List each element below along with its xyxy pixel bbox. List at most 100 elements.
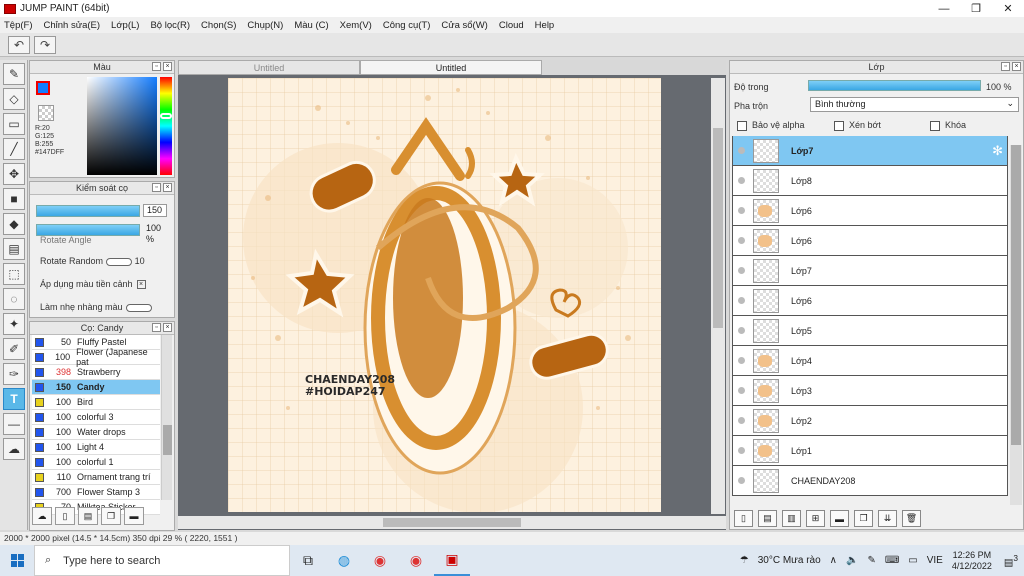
menu-edit[interactable]: Chỉnh sửa(E) [44,20,101,31]
menu-window[interactable]: Cửa sổ(W) [441,20,487,31]
layer-row[interactable]: Lớp7 [732,256,1008,286]
lock-checkbox[interactable] [930,120,940,131]
layer-row[interactable]: Lớp2 [732,406,1008,436]
brush-item[interactable]: 100 Water drops [32,425,160,440]
new-layer-1bit-icon[interactable]: ▥ [782,510,801,527]
menu-layer[interactable]: Lớp(L) [111,20,139,31]
brush-item[interactable]: 100 colorful 1 [32,455,160,470]
jump-paint-taskbar-icon[interactable]: ▣ [434,545,470,576]
merge-layer-icon[interactable]: ⇊ [878,510,897,527]
close-icon[interactable]: × [163,62,172,71]
redo-button[interactable]: ↷ [34,35,56,54]
layer-row[interactable]: Lớp6 [732,226,1008,256]
copy-brush-icon[interactable]: ❐ [101,507,121,525]
chrome-icon-2[interactable]: ◉ [398,545,434,576]
brush-size-slider[interactable] [36,205,140,217]
tray-chevron-icon[interactable]: ∧ [830,555,837,566]
maximize-button[interactable]: ❐ [960,0,992,17]
divider-tool-icon[interactable]: — [3,413,25,435]
visibility-icon[interactable] [738,297,745,304]
scroll-thumb[interactable] [713,128,723,328]
layer-row[interactable]: Lớp6 [732,286,1008,316]
layer-row[interactable]: Lớp6 [732,196,1008,226]
protect-alpha-checkbox[interactable] [737,120,747,131]
edge-icon[interactable]: ◍ [326,545,362,576]
menu-file[interactable]: Tệp(F) [4,20,33,31]
layer-list-scrollbar[interactable] [1010,145,1022,505]
visibility-icon[interactable] [738,267,745,274]
menu-select[interactable]: Chọn(S) [201,20,236,31]
brush-item[interactable]: 100 colorful 3 [32,410,160,425]
layer-row[interactable]: Lớp3 [732,376,1008,406]
start-button[interactable] [0,545,34,576]
brush-item[interactable]: 398 Strawberry [32,365,160,380]
hue-slider[interactable] [160,77,172,175]
undo-button[interactable]: ↶ [8,35,30,54]
visibility-icon[interactable] [738,147,745,154]
float-icon[interactable]: ▫ [152,62,161,71]
layer-row[interactable]: Lớp5 [732,316,1008,346]
text-tool-icon[interactable]: T [3,388,25,410]
select-rect-icon[interactable]: ⬚ [3,263,25,285]
gradient-tool-icon[interactable]: ▤ [3,238,25,260]
visibility-icon[interactable] [738,357,745,364]
folder-icon[interactable]: ▬ [830,510,849,527]
brush-item[interactable]: 100 Flower (Japanese pat [32,347,160,367]
eraser-tool-icon[interactable]: ◇ [3,88,25,110]
canvas-vertical-scrollbar[interactable] [711,78,725,514]
artboard[interactable]: CHAENDAY208 #HOIDAP247 [228,78,661,512]
canvas-horizontal-scrollbar[interactable] [178,516,726,529]
brush-item[interactable]: 100 Light 4 [32,440,160,455]
menu-tools[interactable]: Công cụ(T) [383,20,431,31]
float-icon[interactable]: ▫ [152,183,161,192]
volume-icon[interactable]: 🔈 [846,555,858,566]
visibility-icon[interactable] [738,387,745,394]
brush-menu-icon[interactable]: ▤ [78,507,98,525]
layer-row[interactable]: Lớp1 [732,436,1008,466]
visibility-icon[interactable] [738,417,745,424]
visibility-icon[interactable] [738,327,745,334]
brush-list-scrollbar[interactable] [161,335,172,500]
task-view-icon[interactable]: ⧉ [290,545,326,576]
brush-size-input[interactable]: 150 [143,204,167,217]
close-icon[interactable]: × [1012,62,1021,71]
pen-icon[interactable]: ✎ [867,555,875,566]
scroll-thumb[interactable] [1011,145,1021,445]
brush-cloud-icon[interactable]: ☁ [32,507,52,525]
layer-row[interactable]: Lớp7 ✻ [732,136,1008,166]
display-icon[interactable]: ▭ [908,555,917,566]
clock[interactable]: 12:26 PM 4/12/2022 [952,550,992,572]
cloud-tool-icon[interactable]: ☁ [3,438,25,460]
layer-row[interactable]: Lớp8 [732,166,1008,196]
notification-icon[interactable]: ▤3 [1004,553,1018,568]
select-pen-icon[interactable]: ✐ [3,338,25,360]
copy-layer-icon[interactable]: ❐ [854,510,873,527]
menu-capture[interactable]: Chụp(N) [247,20,283,31]
smooth-toggle[interactable] [125,303,152,312]
close-icon[interactable]: × [163,323,172,332]
visibility-icon[interactable] [738,207,745,214]
apply-color-checkbox[interactable]: × [136,280,146,290]
brush-item[interactable]: 100 Bird [32,395,160,410]
pen-tool-icon[interactable]: ✎ [3,63,25,85]
keyboard-icon[interactable]: ⌨ [885,555,899,566]
clip-checkbox[interactable] [834,120,844,131]
float-icon[interactable]: ▫ [152,323,161,332]
brush-item[interactable]: 110 Ornament trang trí [32,470,160,485]
select-eraser-icon[interactable]: ✑ [3,363,25,385]
rotate-random-toggle[interactable] [106,257,133,266]
chrome-icon[interactable]: ◉ [362,545,398,576]
minimize-button[interactable]: — [928,0,960,17]
delete-layer-icon[interactable]: 🗑 [902,510,921,527]
magic-wand-icon[interactable]: ✦ [3,313,25,335]
scroll-thumb[interactable] [163,425,172,455]
tab-untitled-1[interactable]: Untitled [178,60,360,75]
folder-icon[interactable]: ▬ [124,507,144,525]
blend-mode-select[interactable]: Bình thường [810,97,1019,112]
new-layer-icon[interactable]: ▯ [734,510,753,527]
close-icon[interactable]: × [163,183,172,192]
visibility-icon[interactable] [738,177,745,184]
float-icon[interactable]: ▫ [1001,62,1010,71]
brush-item[interactable]: 700 Flower Stamp 3 [32,485,160,500]
visibility-icon[interactable] [738,477,745,484]
